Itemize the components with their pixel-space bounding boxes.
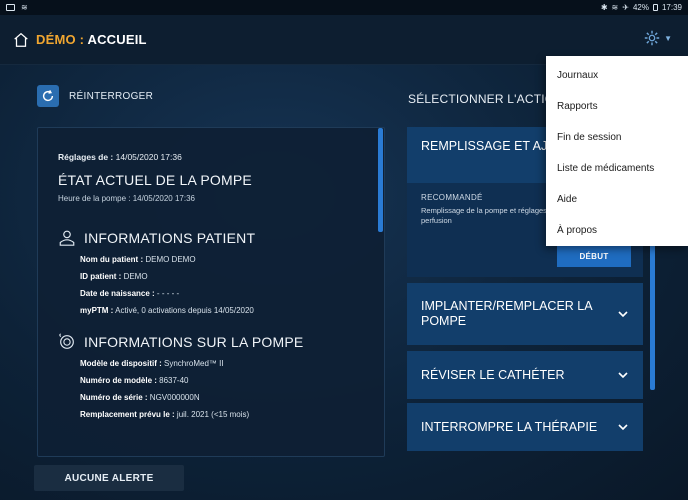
settings-value: 14/05/2020 17:36 <box>113 152 182 162</box>
person-icon <box>59 230 75 246</box>
demo-label: DÉMO <box>36 32 76 47</box>
info-label: Numéro de série : <box>80 393 148 402</box>
settings-row: Réglages de : 14/05/2020 17:36 <box>58 152 364 162</box>
pump-icon <box>59 333 74 349</box>
panel-scrollbar[interactable] <box>378 128 383 232</box>
chevron-down-icon <box>618 424 628 431</box>
pump-info-line: Numéro de modèle : 8637-40 <box>80 376 364 385</box>
menu-item-drug-list[interactable]: Liste de médicaments <box>546 153 688 184</box>
settings-menu-button[interactable]: ▼ <box>643 29 672 47</box>
info-label: Numéro de modèle : <box>80 376 157 385</box>
patient-section-title: INFORMATIONS PATIENT <box>84 230 256 246</box>
signal-icon: ≋ <box>611 3 619 12</box>
pump-info-line: Remplacement prévu le : juil. 2021 (<15 … <box>80 410 364 419</box>
info-value: DEMO DEMO <box>143 255 196 264</box>
refresh-icon <box>37 85 59 107</box>
action-heading: SÉLECTIONNER L'ACTION <box>408 92 564 106</box>
pump-info-list: Modèle de dispositif : SynchroMed™ II Nu… <box>80 359 364 419</box>
battery-icon <box>652 4 658 11</box>
settings-dropdown-menu: Journaux Rapports Fin de session Liste d… <box>546 56 688 246</box>
menu-item-reports[interactable]: Rapports <box>546 91 688 122</box>
pump-section-title: INFORMATIONS SUR LA POMPE <box>84 334 304 350</box>
menu-item-about[interactable]: À propos <box>546 215 688 246</box>
bluetooth-icon: ✱ <box>600 3 608 12</box>
menu-item-logs[interactable]: Journaux <box>546 60 688 91</box>
menu-item-help[interactable]: Aide <box>546 184 688 215</box>
info-label: myPTM : <box>80 306 114 315</box>
pump-time: Heure de la pompe : 14/05/2020 17:36 <box>58 194 195 203</box>
pump-state-title: ÉTAT ACTUEL DE LA POMPE <box>58 172 252 188</box>
info-value: DEMO <box>121 272 148 281</box>
revise-catheter-title: RÉVISER LE CATHÉTER <box>421 367 565 382</box>
pump-info-line: Modèle de dispositif : SynchroMed™ II <box>80 359 364 368</box>
page-title: DÉMO : ACCUEIL <box>36 32 147 47</box>
gallery-icon <box>6 4 15 11</box>
stop-therapy-title: INTERROMPRE LA THÉRAPIE <box>421 419 598 434</box>
alerts-button[interactable]: AUCUNE ALERTE <box>34 465 184 491</box>
info-value: NGV000000N <box>147 393 200 402</box>
info-label: Remplacement prévu le : <box>80 410 175 419</box>
info-value: - - - - - <box>154 289 180 298</box>
refill-adjust-description: Remplissage de la pompe et réglages de p… <box>421 206 558 225</box>
revise-catheter-card[interactable]: RÉVISER LE CATHÉTER <box>407 351 643 399</box>
implant-replace-title: IMPLANTER/REMPLACER LA POMPE <box>421 299 592 328</box>
refresh-label: RÉINTERROGER <box>69 90 154 102</box>
patient-section-header: INFORMATIONS PATIENT <box>58 229 364 247</box>
start-button[interactable]: DÉBUT <box>557 245 631 267</box>
airplane-icon: ✈ <box>622 3 629 12</box>
implant-replace-pump-card[interactable]: IMPLANTER/REMPLACER LA POMPE <box>407 283 643 345</box>
status-bar: ≋ ✱ ≋ ✈ 42% 17:39 <box>0 0 688 15</box>
info-label: Date de naissance : <box>80 289 155 298</box>
info-value: SynchroMed™ II <box>161 359 224 368</box>
patient-info-line: ID patient : DEMO <box>80 272 364 281</box>
info-value: juil. 2021 (<15 mois) <box>174 410 250 419</box>
pump-info-line: Numéro de série : NGV000000N <box>80 393 364 402</box>
chevron-down-icon: ▼ <box>664 33 672 43</box>
clock: 17:39 <box>661 3 682 12</box>
info-value: Activé, 0 activations depuis 14/05/2020 <box>113 306 254 315</box>
pump-section-header: INFORMATIONS SUR LA POMPE <box>58 333 364 351</box>
title-separator: : <box>75 32 88 47</box>
chevron-down-icon <box>618 372 628 379</box>
patient-info-line: Nom du patient : DEMO DEMO <box>80 255 364 264</box>
pump-status-panel[interactable]: Réglages de : 14/05/2020 17:36 ÉTAT ACTU… <box>37 127 385 457</box>
page-name: ACCUEIL <box>87 32 147 47</box>
patient-info-line: myPTM : Activé, 0 activations depuis 14/… <box>80 306 364 315</box>
patient-info-list: Nom du patient : DEMO DEMO ID patient : … <box>80 255 364 315</box>
home-icon[interactable] <box>12 31 30 49</box>
wifi-icon: ≋ <box>21 3 28 12</box>
actions-scrollbar[interactable] <box>650 240 655 390</box>
chevron-down-icon <box>618 311 628 318</box>
patient-info-line: Date de naissance : - - - - - <box>80 289 364 298</box>
info-label: ID patient : <box>80 272 122 281</box>
info-label: Modèle de dispositif : <box>80 359 162 368</box>
info-label: Nom du patient : <box>80 255 144 264</box>
gear-icon <box>644 30 660 46</box>
settings-label: Réglages de : <box>58 152 114 162</box>
stop-therapy-card[interactable]: INTERROMPRE LA THÉRAPIE <box>407 403 643 451</box>
battery-level: 42% <box>632 3 649 12</box>
menu-item-end-session[interactable]: Fin de session <box>546 122 688 153</box>
refresh-button[interactable]: RÉINTERROGER <box>37 85 153 107</box>
info-value: 8637-40 <box>156 376 189 385</box>
